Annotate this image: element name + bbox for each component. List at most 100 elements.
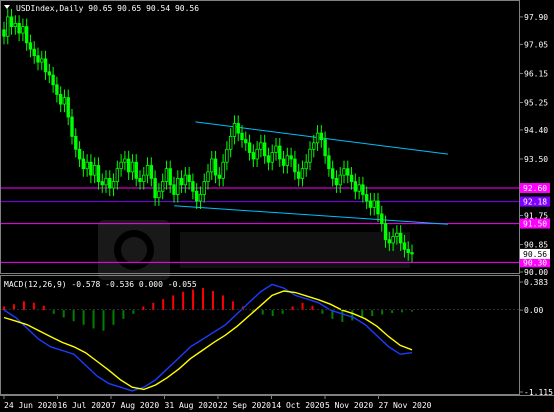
price-scale: 97.9097.0596.1595.2594.4093.5092.6091.75… [519,13,548,277]
level-price-label: 92.60 [520,183,550,194]
candle [296,163,301,187]
macd-tick-label: 0.00 [524,306,543,315]
candle [202,173,206,203]
candle [334,170,339,193]
time-tick-label: 7 Aug 2020 [111,401,159,410]
candle [108,170,112,197]
candle [372,192,376,216]
svg-text:92.18: 92.18 [523,198,547,207]
candle [142,167,146,190]
macd-label: MACD(12,26,9) -0.578 -0.536 0.000 -0.055 [4,280,197,289]
signal-line [3,290,413,391]
time-tick-label: 22 Sep 2020 [218,401,271,410]
price-tick-label: 90.85 [524,241,548,250]
candle [111,173,116,197]
time-axis: 24 Jun 2020 16 Jul 2020 7 Aug 2020 31 Aug 2… [3,395,432,410]
time-tick-label: 31 Aug 2020 [165,401,218,410]
candle [300,160,305,187]
price-chart[interactable]: USDIndex,Daily 90.65 90.65 90.54 90.56 M… [0,0,554,412]
candle [62,89,67,113]
candle [217,167,222,187]
candle [153,170,157,206]
candle [172,176,176,203]
chart-window[interactable]: USDIndex,Daily 90.65 90.65 90.54 90.56 M… [0,0,554,412]
time-tick-label: 24 Jun 2020 [4,401,57,410]
candle [251,144,256,168]
candle [24,18,29,51]
candle [304,154,308,177]
candle [89,154,93,184]
candle [13,15,18,35]
candle [74,128,78,158]
candle [176,170,180,203]
candle [319,125,324,148]
candle [274,138,278,161]
candle [213,150,218,184]
candle [104,170,108,193]
level-labels: 92.60 92.18 91.50 90.3090.56 [520,183,550,268]
candle [160,173,165,200]
candle [259,134,263,158]
level-price-label: 92.18 [520,196,550,207]
macd-pane-border [0,275,520,395]
svg-text:90.56: 90.56 [523,250,547,259]
candle [119,154,123,177]
candle [244,131,248,151]
price-tick-label: 93.50 [524,155,548,164]
candle [225,141,229,171]
candle [327,147,331,177]
candle [278,138,282,168]
candle [179,170,184,193]
candle [194,183,199,210]
candle [191,173,195,200]
price-tick-label: 97.05 [524,40,548,49]
macd-tick-label: -1.115 [524,388,553,397]
price-tick-label: 90.00 [524,268,548,277]
candle [342,160,346,184]
candle [312,134,316,158]
candle [77,141,82,168]
candle [134,154,138,187]
candle [2,21,6,45]
chart-menu-icon[interactable] [4,5,10,9]
macd-scale: 0.383 0.00 -1.115 [519,278,553,397]
candle [81,150,86,177]
candle [17,15,21,42]
candle [266,147,271,171]
chart-title: USDIndex,Daily 90.65 90.65 90.54 90.56 [16,4,199,13]
candle [364,186,369,210]
candle [9,8,14,35]
candle [55,76,59,103]
macd-tick-label: 0.383 [524,278,548,287]
svg-text:90.30: 90.30 [523,258,547,267]
candle [100,173,104,193]
candle [353,173,358,200]
candle [293,150,297,180]
candle [255,141,259,168]
candle [247,134,252,161]
candle [206,163,210,190]
candle [198,186,203,210]
trend-line[interactable] [174,205,449,225]
price-tick-label: 97.90 [524,13,548,22]
candle [85,154,89,177]
candle [262,134,267,164]
watermark-logo [98,220,410,280]
svg-text:91.50: 91.50 [523,220,547,229]
candle [349,167,354,190]
candle [357,176,361,200]
candle [47,63,52,84]
candle [130,154,135,180]
candle [315,125,320,151]
candle [36,47,40,71]
candle [338,167,342,193]
candle [115,160,120,190]
candle [187,167,191,190]
candle [228,128,233,158]
candle [410,244,414,262]
candle [51,66,55,93]
macd-line [3,283,413,392]
candle [368,192,373,216]
time-tick-label: 14 Oct 2020 [272,401,325,410]
candle [183,167,188,193]
